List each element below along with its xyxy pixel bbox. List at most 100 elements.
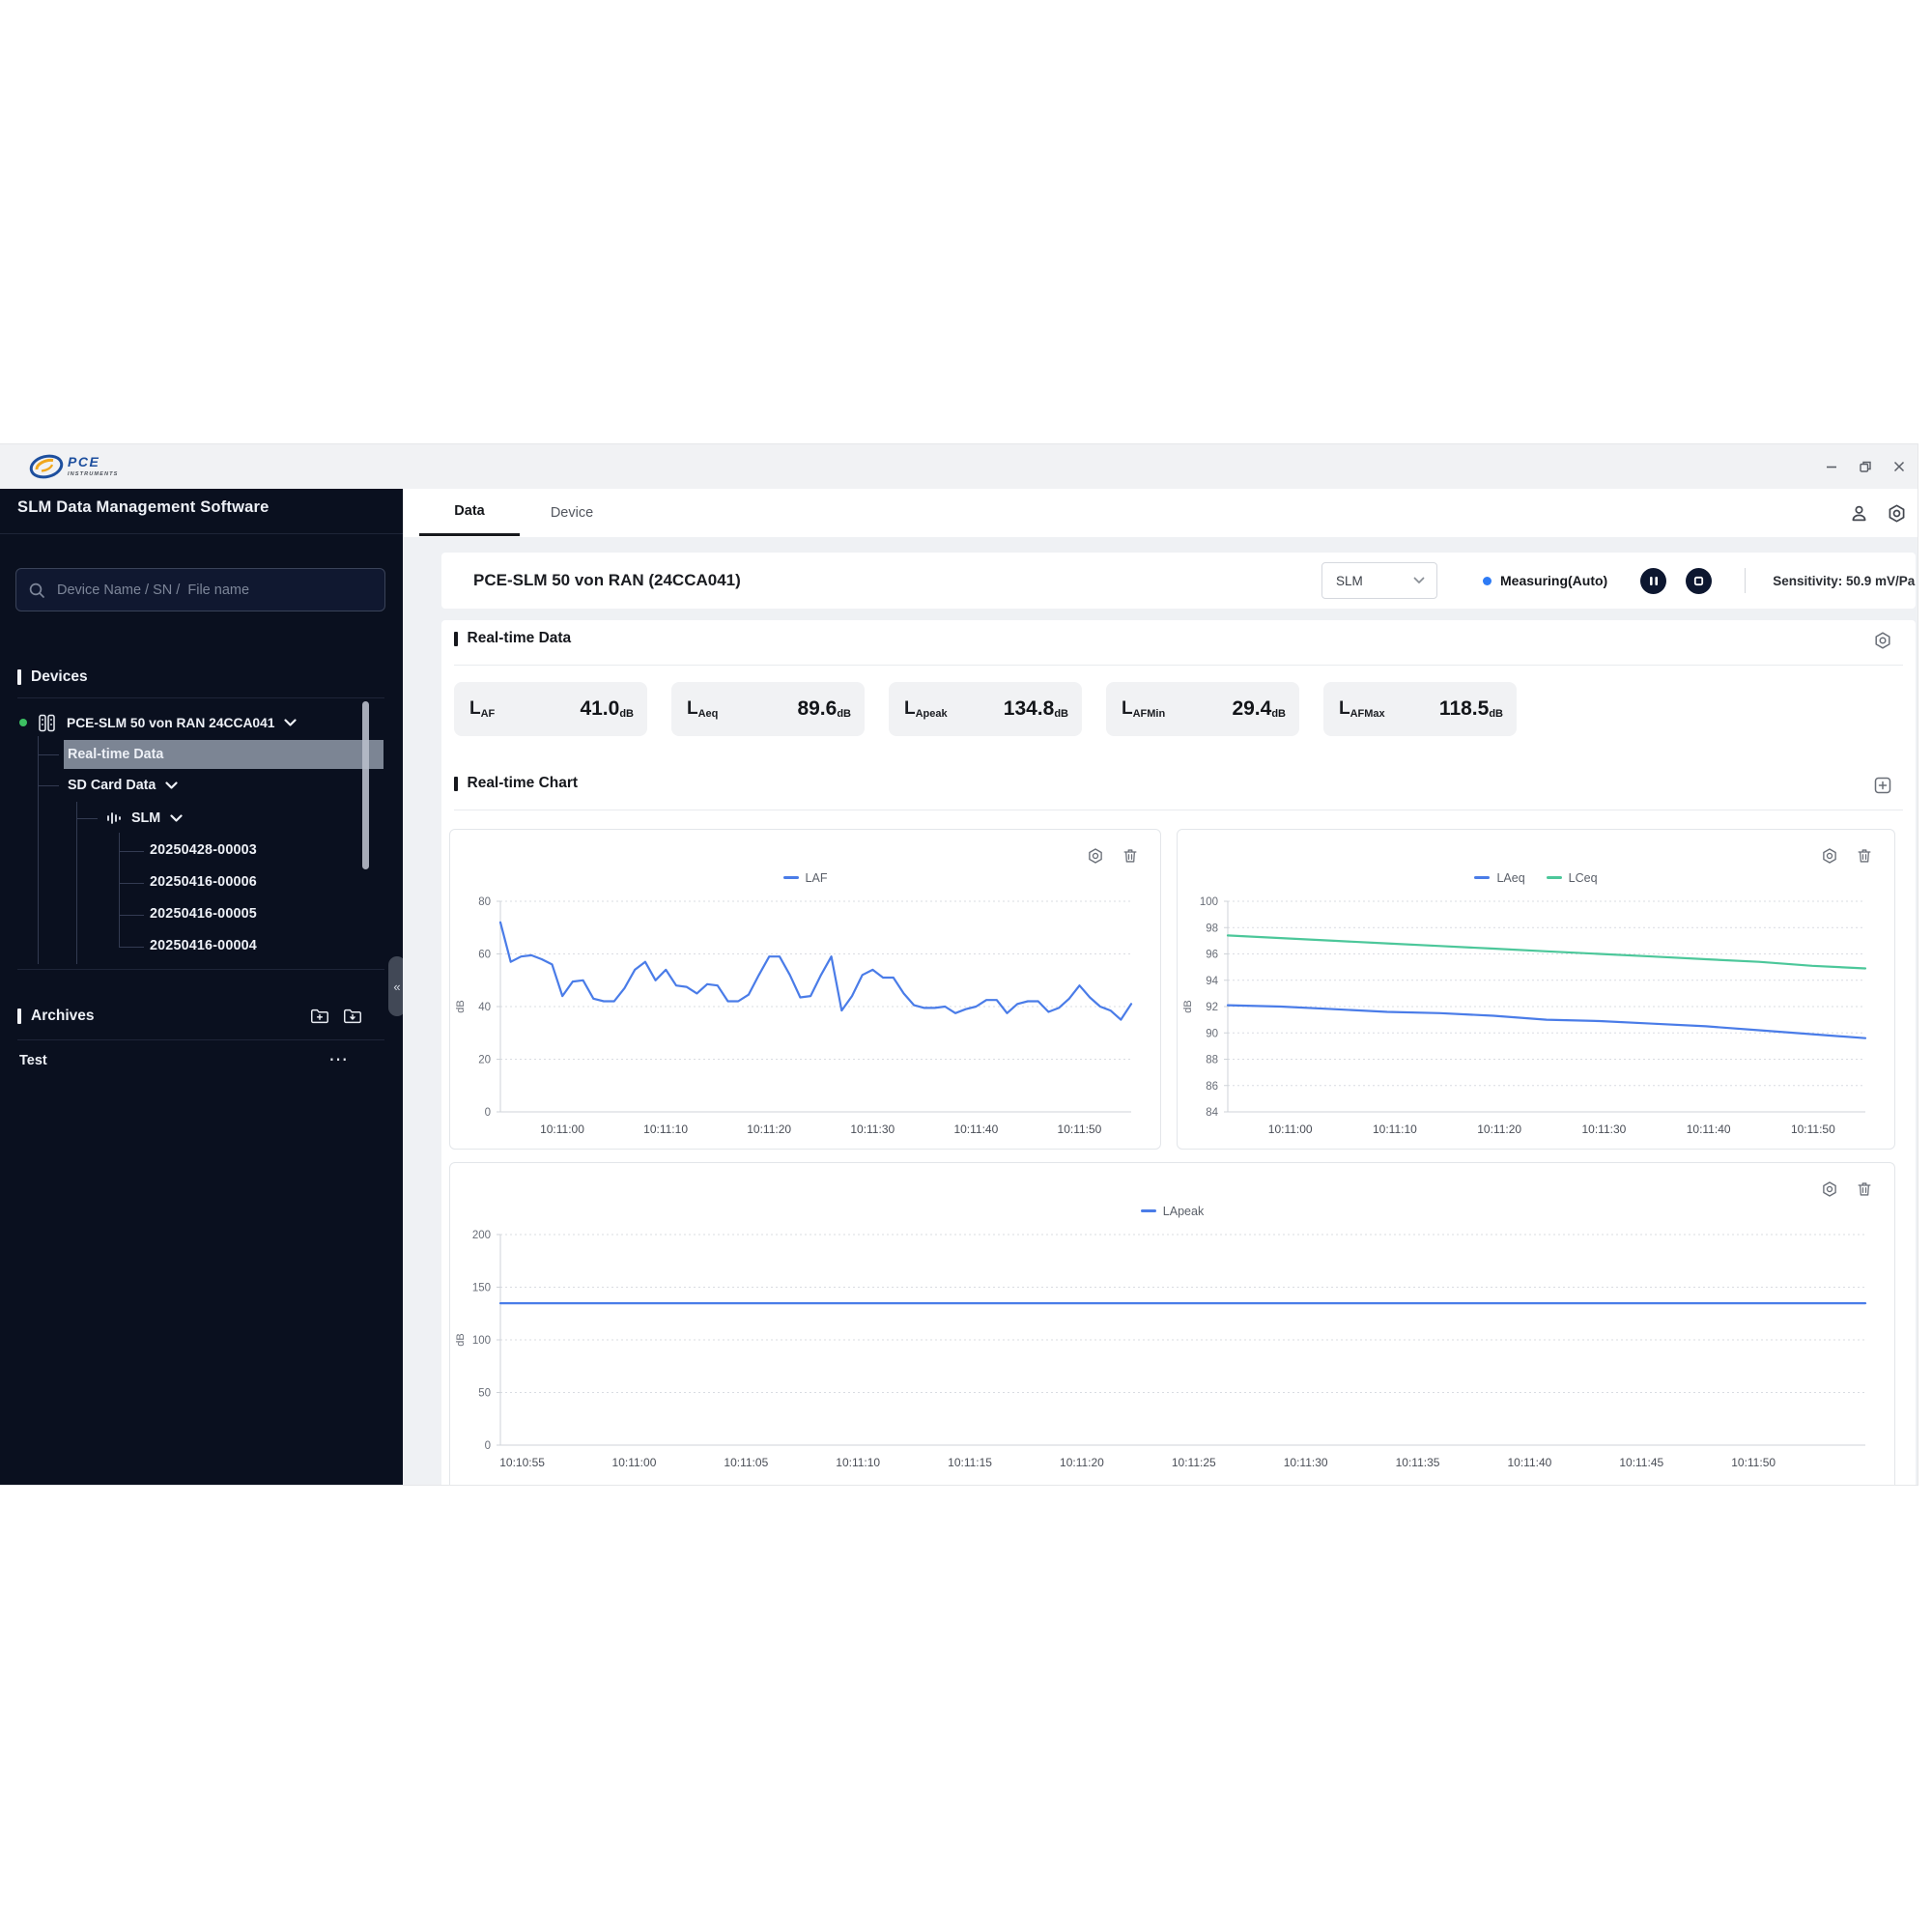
device-row[interactable]: PCE-SLM 50 von RAN 24CCA041 xyxy=(19,709,298,736)
legend-item[interactable]: LAF xyxy=(782,871,827,885)
restore-button[interactable] xyxy=(1856,457,1875,476)
close-button[interactable] xyxy=(1889,457,1909,476)
svg-text:10:11:45: 10:11:45 xyxy=(1619,1456,1663,1469)
search-input[interactable] xyxy=(55,581,373,599)
trash-icon xyxy=(1123,849,1137,863)
device-icon xyxy=(39,714,55,731)
device-header-card: PCE-SLM 50 von RAN (24CCA041) SLM Measur… xyxy=(441,553,1916,609)
svg-text:92: 92 xyxy=(1206,1002,1218,1013)
measuring-status: Measuring(Auto) Sensitivity: 50.9 mV/Pa xyxy=(1483,553,1915,609)
gear-icon xyxy=(1875,632,1890,649)
sidebar-scrollbar-thumb[interactable] xyxy=(362,701,369,869)
import-archive-button[interactable] xyxy=(342,1006,363,1027)
realtime-data-settings-button[interactable] xyxy=(1872,630,1893,651)
tab-device[interactable]: Device xyxy=(522,489,622,536)
svg-text:PCE: PCE xyxy=(68,454,99,469)
laeq-lceq-chart: 100 98 96 94 92 90 88 86 84 10:11:00 10:11:10 10:11… xyxy=(1182,896,1867,1136)
sensitivity-readout: Sensitivity: 50.9 mV/Pa xyxy=(1773,573,1916,588)
file-name: 20250428-00003 xyxy=(150,842,257,858)
svg-text:90: 90 xyxy=(1206,1028,1218,1039)
trash-icon xyxy=(1858,849,1871,863)
sidebar-file-item[interactable]: 20250416-00006 xyxy=(150,874,257,890)
sidebar-file-item[interactable]: 20250416-00004 xyxy=(150,938,257,953)
chart-delete-button[interactable] xyxy=(1854,1179,1875,1200)
legend-item[interactable]: LCeq xyxy=(1546,871,1598,885)
metric-label: LApeak xyxy=(904,698,948,720)
svg-text:10:11:05: 10:11:05 xyxy=(724,1456,768,1469)
realtime-chart-section-header: Real-time Chart xyxy=(454,775,578,792)
svg-text:10:11:40: 10:11:40 xyxy=(1687,1122,1731,1136)
pause-button[interactable] xyxy=(1640,567,1667,594)
metric-value: 29.4dB xyxy=(1232,697,1286,720)
divider xyxy=(17,1039,384,1040)
chart-delete-button[interactable] xyxy=(1854,845,1875,867)
chart-settings-button[interactable] xyxy=(1819,845,1840,867)
chart-settings-button[interactable] xyxy=(1085,845,1106,867)
svg-text:10:11:00: 10:11:00 xyxy=(612,1456,657,1469)
mode-select[interactable]: SLM xyxy=(1321,562,1437,599)
legend-item[interactable]: LAeq xyxy=(1474,871,1525,885)
minimize-button[interactable] xyxy=(1822,457,1841,476)
svg-text:200: 200 xyxy=(472,1230,491,1241)
add-archive-folder-button[interactable] xyxy=(309,1006,330,1027)
svg-text:94: 94 xyxy=(1206,976,1218,987)
tab-device-label: Device xyxy=(550,504,594,521)
archives-title: Archives xyxy=(31,1008,95,1024)
sidebar-item-sd-card-data[interactable]: SD Card Data xyxy=(68,772,178,799)
divider xyxy=(1745,568,1747,593)
svg-text:0: 0 xyxy=(485,1440,491,1452)
more-options-icon: ⋯ xyxy=(328,1049,349,1070)
chart-settings-button[interactable] xyxy=(1819,1179,1840,1200)
user-account-button[interactable] xyxy=(1847,501,1870,525)
gear-icon xyxy=(1823,1181,1836,1197)
legend-item[interactable]: LApeak xyxy=(1140,1205,1204,1218)
main-card: Real-time Data LAF 41.0dB LAeq 89.6dB LA… xyxy=(441,620,1916,1485)
metric-value: 118.5dB xyxy=(1438,697,1503,720)
measuring-status-label: Measuring(Auto) xyxy=(1500,573,1608,588)
metric-value: 89.6dB xyxy=(797,697,851,720)
realtime-data-section-title: Real-time Data xyxy=(467,630,572,646)
realtime-data-section-header: Real-time Data xyxy=(454,630,571,647)
svg-text:10:11:00: 10:11:00 xyxy=(1268,1122,1313,1136)
svg-text:dB: dB xyxy=(1182,1000,1194,1012)
sidebar-item-slm[interactable]: SLM xyxy=(106,805,183,832)
svg-text:10:11:10: 10:11:10 xyxy=(643,1122,688,1136)
devices-title: Devices xyxy=(31,668,88,685)
metric-label: LAF xyxy=(469,698,496,720)
svg-text:96: 96 xyxy=(1206,950,1218,961)
tree-line xyxy=(119,947,144,948)
archive-item-test[interactable]: Test xyxy=(19,1053,47,1068)
svg-text:98: 98 xyxy=(1206,923,1218,934)
svg-text:10:11:15: 10:11:15 xyxy=(948,1456,992,1469)
add-chart-button[interactable] xyxy=(1872,775,1893,796)
archives-section-header: Archives xyxy=(17,1008,94,1025)
legend-marker xyxy=(782,876,799,879)
tree-line xyxy=(38,754,59,755)
svg-text:10:11:25: 10:11:25 xyxy=(1172,1456,1216,1469)
svg-text:10:11:50: 10:11:50 xyxy=(1791,1122,1835,1136)
svg-text:100: 100 xyxy=(1200,896,1218,908)
legend-marker xyxy=(1474,876,1491,879)
settings-button[interactable] xyxy=(1885,501,1908,525)
lapeak-chart: 200 150 100 50 0 10:10:55 10:11:00 10:11:05 10:1… xyxy=(455,1230,1867,1469)
chart-delete-button[interactable] xyxy=(1120,845,1141,867)
stop-button[interactable] xyxy=(1686,567,1713,594)
tab-data[interactable]: Data xyxy=(419,489,520,536)
chevron-down-icon xyxy=(165,781,178,789)
metric-label: LAFMax xyxy=(1339,698,1385,720)
sidebar-file-item[interactable]: 20250428-00003 xyxy=(150,842,257,858)
sidebar-item-realtime-data[interactable]: Real-time Data xyxy=(68,741,163,768)
gear-icon xyxy=(1089,848,1102,864)
collapse-icon: « xyxy=(393,979,401,994)
divider xyxy=(17,969,384,970)
sidebar-file-item[interactable]: 20250416-00005 xyxy=(150,906,257,922)
chevron-down-icon xyxy=(1413,577,1425,583)
more-options-button[interactable]: ⋯ xyxy=(328,1047,349,1071)
folder-download-icon xyxy=(344,1009,361,1024)
svg-text:dB: dB xyxy=(455,1000,467,1012)
file-name: 20250416-00004 xyxy=(150,938,257,953)
svg-text:10:11:30: 10:11:30 xyxy=(850,1122,895,1136)
file-name: 20250416-00006 xyxy=(150,874,257,890)
tree-line xyxy=(38,736,39,964)
svg-text:0: 0 xyxy=(485,1107,491,1119)
